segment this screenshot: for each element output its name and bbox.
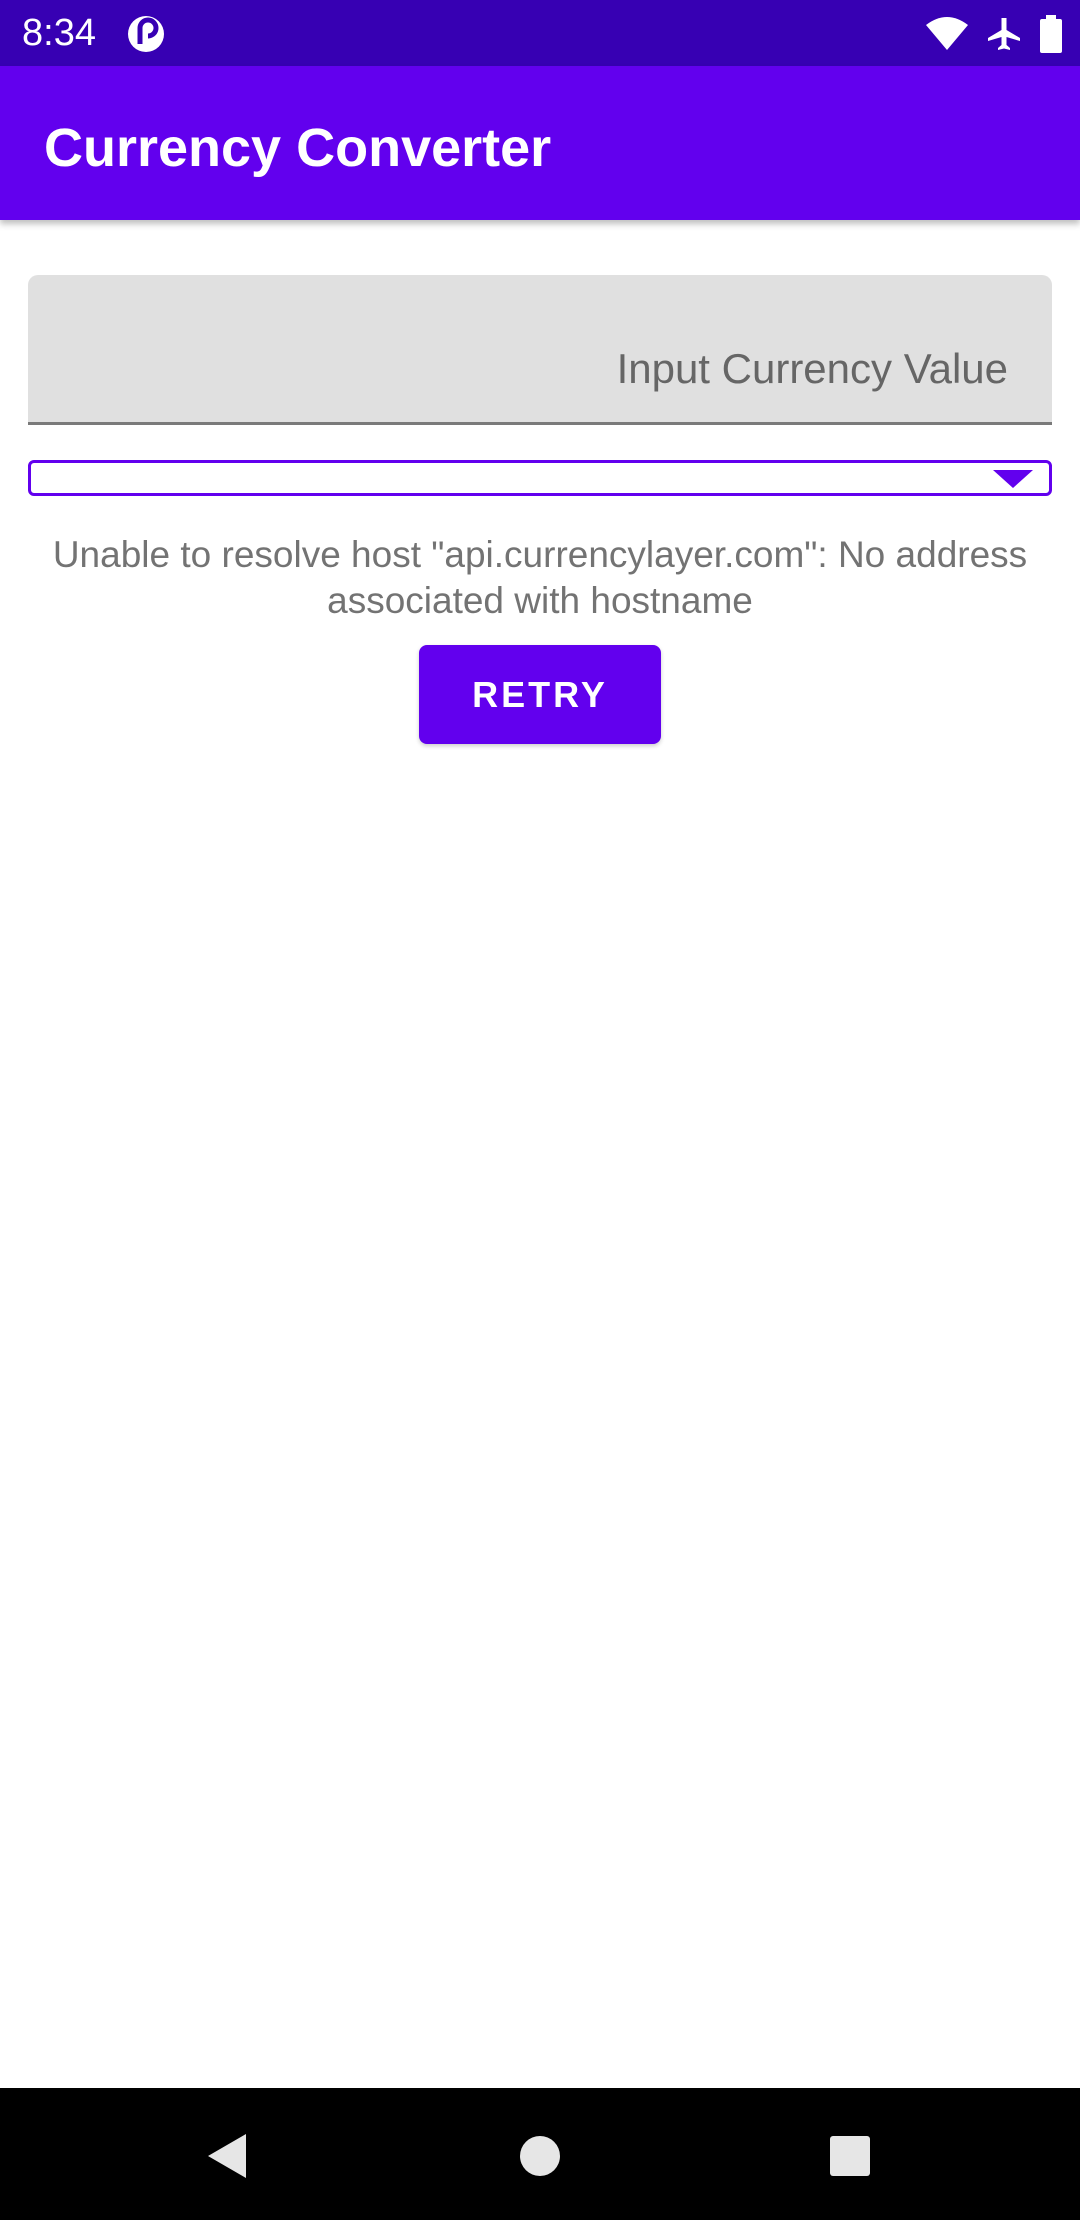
battery-icon xyxy=(1040,15,1062,53)
pocket-casts-icon xyxy=(126,14,166,54)
currency-input-field[interactable] xyxy=(28,275,1052,425)
status-icons xyxy=(926,14,1062,54)
wifi-icon xyxy=(926,17,968,51)
navigation-bar xyxy=(0,2088,1080,2220)
error-message: Unable to resolve host "api.currencylaye… xyxy=(52,534,1028,621)
back-icon[interactable] xyxy=(200,2128,256,2184)
screen: 8:34 Currency Converter Input Currency V… xyxy=(0,0,1080,2220)
status-time: 8:34 xyxy=(22,12,96,54)
home-icon[interactable] xyxy=(512,2128,568,2184)
dropdown-arrow-icon[interactable] xyxy=(991,468,1035,490)
currency-spinner[interactable] xyxy=(28,460,1052,496)
app-bar: Currency Converter xyxy=(0,66,1080,220)
airplane-mode-icon xyxy=(986,16,1022,52)
currency-input[interactable] xyxy=(28,275,1052,422)
status-bar: 8:34 xyxy=(0,0,1080,66)
recents-icon[interactable] xyxy=(822,2128,878,2184)
retry-button[interactable]: RETRY xyxy=(419,645,661,744)
app-title: Currency Converter xyxy=(44,118,552,178)
